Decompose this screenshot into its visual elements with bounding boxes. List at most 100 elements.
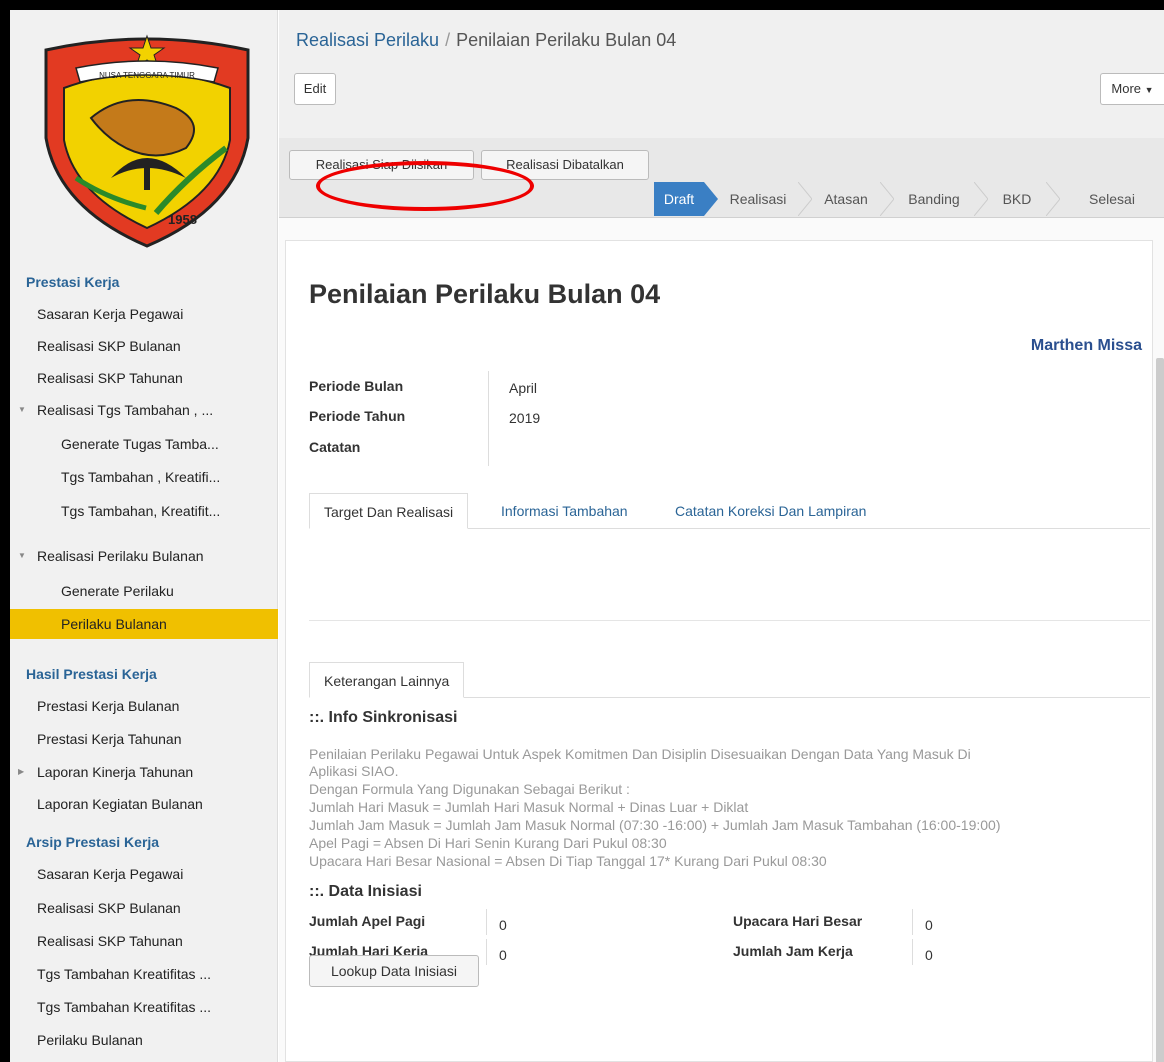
realisasi-siap-diisikan-button[interactable]: Realisasi Siap Diisikan xyxy=(289,150,474,180)
stage-selesai[interactable]: Selesai xyxy=(1060,182,1164,216)
tabs-secondary: Keterangan Lainnya xyxy=(309,662,1150,698)
sidebar-item-generate-perilaku[interactable]: Generate Perilaku xyxy=(10,576,278,606)
sidebar-item-arsip-perilaku-bulanan[interactable]: Perilaku Bulanan xyxy=(10,1025,278,1055)
tab-informasi-tambahan[interactable]: Informasi Tambahan xyxy=(501,493,628,529)
breadcrumb: Realisasi Perilaku / Penilaian Perilaku Bu… xyxy=(296,30,676,51)
sidebar-section-arsip-prestasi-kerja[interactable]: Arsip Prestasi Kerja xyxy=(26,834,159,850)
control-panel: Realisasi Perilaku / Penilaian Perilaku Bu… xyxy=(279,10,1164,138)
stage-arrow-icon xyxy=(798,182,812,216)
periode-bulan-label: Periode Bulan xyxy=(309,378,404,394)
jumlah-hari-kerja-value: 0 xyxy=(499,947,507,963)
province-logo: NUSA TENGGARA TIMUR 1958 xyxy=(44,34,250,248)
realisasi-dibatalkan-button[interactable]: Realisasi Dibatalkan xyxy=(481,150,649,180)
tab-keterangan-lainnya[interactable]: Keterangan Lainnya xyxy=(309,662,465,698)
edit-button[interactable]: Edit xyxy=(294,73,336,105)
sidebar-item-prestasi-kerja-tahunan[interactable]: Prestasi Kerja Tahunan xyxy=(10,724,278,754)
sidebar-item-label: Sasaran Kerja Pegawai xyxy=(37,306,184,322)
sidebar-item-arsip-realisasi-skp-tahunan[interactable]: Realisasi SKP Tahunan xyxy=(10,926,278,956)
stage-atasan[interactable]: Atasan xyxy=(812,182,880,216)
sidebar-item-arsip-sasaran-kerja-pegawai[interactable]: Sasaran Kerja Pegawai xyxy=(10,859,278,889)
jumlah-jam-kerja-label: Jumlah Jam Kerja xyxy=(733,943,853,959)
sidebar-item-perilaku-bulanan[interactable]: Perilaku Bulanan xyxy=(10,609,278,639)
info-line: Dengan Formula Yang Digunakan Sebagai Be… xyxy=(309,781,630,797)
sidebar-item-label: Realisasi SKP Bulanan xyxy=(37,338,181,354)
more-dropdown-button[interactable]: More ▼ xyxy=(1100,73,1164,105)
sidebar-item-realisasi-skp-bulanan[interactable]: Realisasi SKP Bulanan xyxy=(10,331,278,361)
info-line: Aplikasi SIAO. xyxy=(309,763,399,779)
data-inisiasi-heading: ::. Data Inisiasi xyxy=(309,883,422,900)
tab-catatan-koreksi-dan-lampiran[interactable]: Catatan Koreksi Dan Lampiran xyxy=(675,493,866,529)
sidebar-item-label: Perilaku Bulanan xyxy=(37,1032,143,1048)
stage-draft[interactable]: Draft xyxy=(654,182,704,216)
sidebar-item-label: Realisasi Tgs Tambahan , ... xyxy=(37,402,214,418)
jumlah-jam-kerja-value: 0 xyxy=(925,947,933,963)
sidebar-item-label: Laporan Kinerja Tahunan xyxy=(37,764,194,780)
breadcrumb-separator: / xyxy=(445,30,451,50)
info-line: Jumlah Hari Masuk = Jumlah Hari Masuk No… xyxy=(309,799,749,815)
tabs-main: Target Dan Realisasi Informasi Tambahan … xyxy=(309,493,1150,529)
form-sheet-background: Penilaian Perilaku Bulan 04 Marthen Miss… xyxy=(279,218,1164,1062)
caret-down-icon: ▼ xyxy=(1144,85,1154,95)
sidebar-item-label: Prestasi Kerja Tahunan xyxy=(37,731,182,747)
sidebar-item-label: Tgs Tambahan, Kreatifit... xyxy=(61,503,221,519)
sidebar-section-prestasi-kerja[interactable]: Prestasi Kerja xyxy=(26,274,119,290)
sidebar-item-label: Tgs Tambahan Kreatifitas ... xyxy=(37,966,212,982)
sidebar-item-realisasi-skp-tahunan[interactable]: Realisasi SKP Tahunan xyxy=(10,363,278,393)
status-stages: Draft Realisasi Atasan Banding BKD Seles… xyxy=(654,182,1164,216)
page-title: Penilaian Perilaku Bulan 04 xyxy=(309,279,661,309)
periode-tahun-label: Periode Tahun xyxy=(309,408,406,424)
sidebar-item-tgs-tambahan-kreatifitas-1[interactable]: Tgs Tambahan , Kreatifi... xyxy=(10,462,278,492)
sidebar-item-label: Realisasi SKP Bulanan xyxy=(37,900,181,916)
main-content: Realisasi Perilaku / Penilaian Perilaku Bu… xyxy=(279,10,1164,1062)
sidebar-item-arsip-tgs-tambahan-2[interactable]: Tgs Tambahan Kreatifitas ... xyxy=(10,992,278,1022)
field-divider xyxy=(912,939,913,965)
breadcrumb-current: Penilaian Perilaku Bulan 04 xyxy=(456,30,677,50)
collapse-triangle-icon[interactable]: ▶ xyxy=(18,757,24,787)
upacara-hari-besar-label: Upacara Hari Besar xyxy=(733,913,863,929)
sidebar-item-realisasi-tgs-tambahan[interactable]: ▼ Realisasi Tgs Tambahan , ... xyxy=(10,395,278,425)
scrollbar[interactable] xyxy=(1156,358,1164,1062)
sidebar-item-prestasi-kerja-bulanan[interactable]: Prestasi Kerja Bulanan xyxy=(10,691,278,721)
field-divider xyxy=(486,909,487,935)
field-divider xyxy=(486,939,487,965)
stage-arrow-icon xyxy=(880,182,894,216)
sidebar-item-arsip-tgs-tambahan-1[interactable]: Tgs Tambahan Kreatifitas ... xyxy=(10,959,278,989)
catatan-label: Catatan xyxy=(309,439,361,455)
sidebar-section-hasil-prestasi-kerja[interactable]: Hasil Prestasi Kerja xyxy=(26,666,157,682)
periode-tahun-value: 2019 xyxy=(509,410,541,426)
expand-triangle-icon[interactable]: ▼ xyxy=(18,541,26,571)
sidebar-item-laporan-kinerja-tahunan[interactable]: ▶ Laporan Kinerja Tahunan xyxy=(10,757,278,787)
more-label: More xyxy=(1111,81,1142,96)
expand-triangle-icon[interactable]: ▼ xyxy=(18,395,26,425)
stage-banding[interactable]: Banding xyxy=(894,182,974,216)
jumlah-apel-pagi-label: Jumlah Apel Pagi xyxy=(309,913,426,929)
app-window: NUSA TENGGARA TIMUR 1958 Prestasi Kerja … xyxy=(10,10,1164,1062)
info-line: Jumlah Jam Masuk = Jumlah Jam Masuk Norm… xyxy=(309,817,1001,833)
sidebar-item-label: Realisasi SKP Tahunan xyxy=(37,933,183,949)
employee-name-link[interactable]: Marthen Missa xyxy=(1031,337,1142,355)
upacara-hari-besar-value: 0 xyxy=(925,917,933,933)
sidebar-item-laporan-kegiatan-bulanan[interactable]: Laporan Kegiatan Bulanan xyxy=(10,789,278,819)
sidebar-item-sasaran-kerja-pegawai[interactable]: Sasaran Kerja Pegawai xyxy=(10,299,278,329)
tab-pane-target-dan-realisasi xyxy=(309,529,1150,621)
stage-arrow-icon xyxy=(1046,182,1060,216)
sidebar-item-realisasi-perilaku-bulanan[interactable]: ▼ Realisasi Perilaku Bulanan xyxy=(10,541,278,571)
sidebar-item-tgs-tambahan-kreatifitas-2[interactable]: Tgs Tambahan, Kreatifit... xyxy=(10,496,278,526)
stage-arrow-icon xyxy=(974,182,988,216)
stage-realisasi[interactable]: Realisasi xyxy=(718,182,798,216)
field-divider xyxy=(488,371,489,466)
stage-arrow-icon xyxy=(704,182,718,216)
info-line: Penilaian Perilaku Pegawai Untuk Aspek K… xyxy=(309,746,971,762)
stage-bkd[interactable]: BKD xyxy=(988,182,1046,216)
logo-banner: NUSA TENGGARA TIMUR xyxy=(99,71,195,80)
breadcrumb-parent-link[interactable]: Realisasi Perilaku xyxy=(296,30,439,50)
sidebar-item-generate-tugas-tambahan[interactable]: Generate Tugas Tamba... xyxy=(10,429,278,459)
tab-target-dan-realisasi[interactable]: Target Dan Realisasi xyxy=(309,493,469,529)
statusbar: Realisasi Siap Diisikan Realisasi Dibata… xyxy=(279,138,1164,218)
sidebar-item-arsip-realisasi-skp-bulanan[interactable]: Realisasi SKP Bulanan xyxy=(10,893,278,923)
sidebar-item-label: Perilaku Bulanan xyxy=(61,616,167,632)
lookup-data-inisiasi-button[interactable]: Lookup Data Inisiasi xyxy=(309,955,479,987)
sidebar-item-label: Realisasi SKP Tahunan xyxy=(37,370,183,386)
info-line: Apel Pagi = Absen Di Hari Senin Kurang D… xyxy=(309,835,667,851)
sidebar-item-label: Sasaran Kerja Pegawai xyxy=(37,866,184,882)
